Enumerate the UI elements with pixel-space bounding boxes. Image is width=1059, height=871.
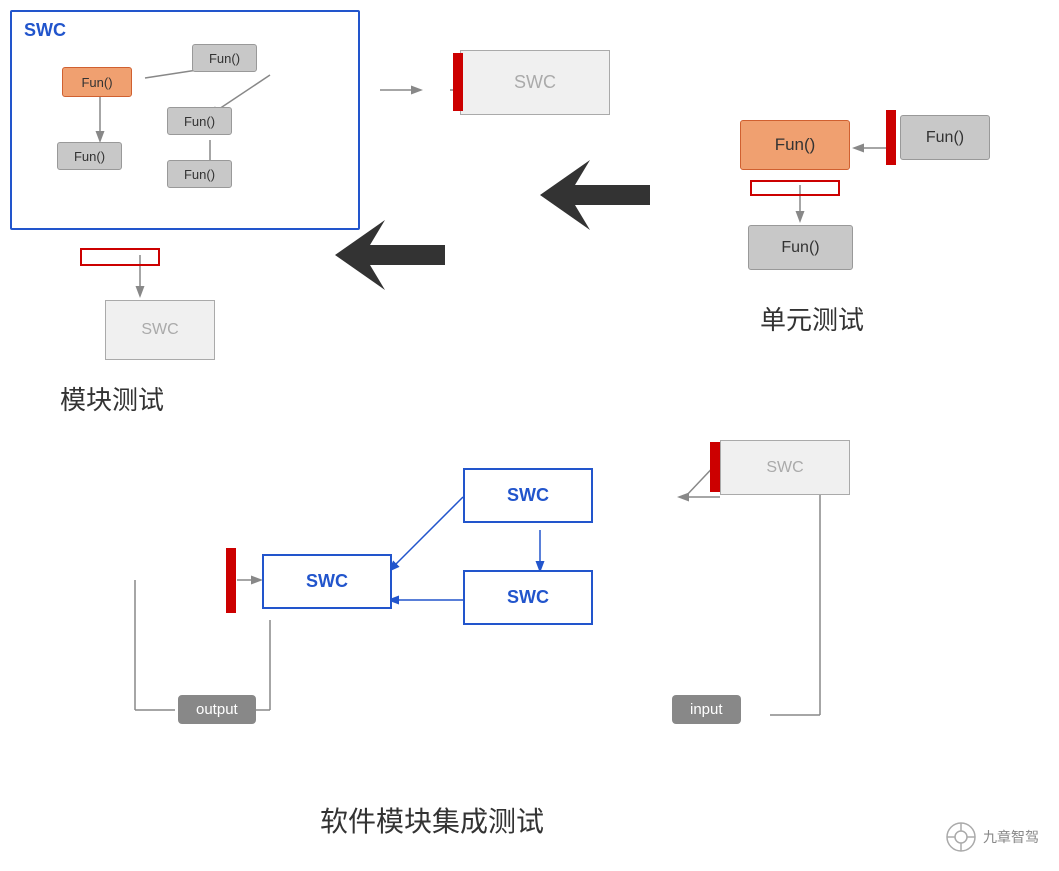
- output-label-box: output: [178, 695, 256, 724]
- logo-icon: [945, 821, 977, 853]
- red-port-unit: [886, 110, 896, 165]
- swc-blue-container: SWC Fun() Fun() Fun() Fun() Fun(): [10, 10, 360, 230]
- red-port-integration-left: [226, 548, 236, 613]
- swc-gray-box-bottom: SWC: [105, 300, 215, 360]
- red-port-top-mid: [453, 53, 463, 111]
- big-arrow-left: [540, 160, 650, 230]
- input-label-box: input: [672, 695, 741, 724]
- swc-blue-integration-left: SWC: [262, 554, 392, 609]
- fun-box-unit-bottom: Fun(): [748, 225, 853, 270]
- red-port-integration-tr: [710, 442, 720, 492]
- fun-orange-unit: Fun(): [740, 120, 850, 170]
- swc-gray-integration-tr: SWC: [720, 440, 850, 495]
- logo-area: 九章智驾: [945, 821, 1039, 853]
- swc-title-label: SWC: [24, 20, 66, 41]
- fun-box-botmid: Fun(): [167, 160, 232, 188]
- big-arrow-down-left: [335, 220, 445, 290]
- unit-test-label: 单元测试: [760, 300, 864, 337]
- fun-box-unit-right: Fun(): [900, 115, 990, 160]
- red-outline-unit: [750, 180, 840, 196]
- fun-box-tr: Fun(): [192, 44, 257, 72]
- main-container: SWC Fun() Fun() Fun() Fun() Fun() SWC SW…: [0, 0, 1059, 871]
- swc-blue-integration-top: SWC: [463, 468, 593, 523]
- integration-test-label: 软件模块集成测试: [320, 800, 544, 840]
- fun-box-mid: Fun(): [167, 107, 232, 135]
- module-test-label: 模块测试: [60, 380, 164, 417]
- red-outline-rect-left: [80, 248, 160, 266]
- swc-gray-top-middle: SWC: [460, 50, 610, 115]
- fun-box-botleft: Fun(): [57, 142, 122, 170]
- swc-blue-integration-mid: SWC: [463, 570, 593, 625]
- fun-orange-box: Fun(): [62, 67, 132, 97]
